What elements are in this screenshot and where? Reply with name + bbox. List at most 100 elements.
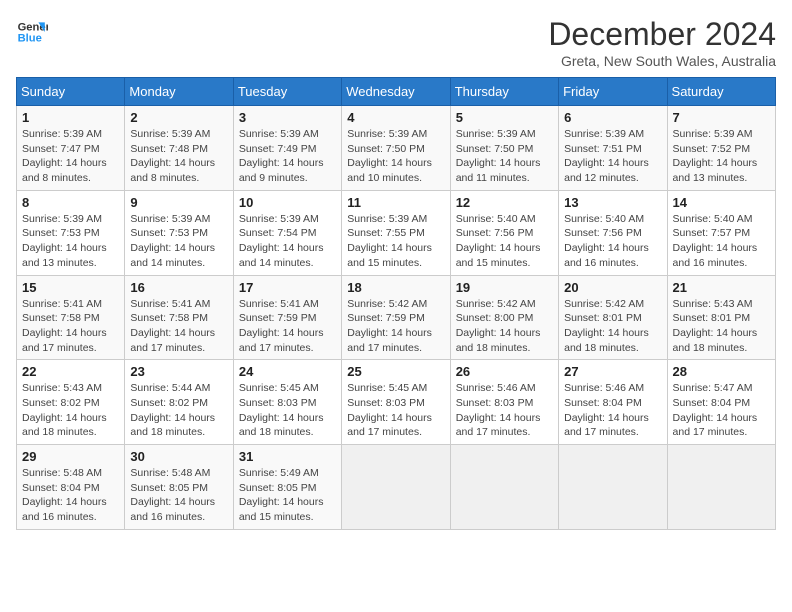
day-number: 22 (22, 364, 119, 379)
day-number: 7 (673, 110, 770, 125)
daylight-label: Daylight: 14 hours and 18 minutes. (564, 327, 649, 354)
day-number: 3 (239, 110, 336, 125)
day-number: 26 (456, 364, 553, 379)
daylight-label: Daylight: 14 hours and 13 minutes. (22, 242, 107, 269)
calendar-week-row: 22 Sunrise: 5:43 AM Sunset: 8:02 PM Dayl… (17, 360, 776, 445)
calendar-day-cell: 11 Sunrise: 5:39 AM Sunset: 7:55 PM Dayl… (342, 190, 450, 275)
sunrise-label: Sunrise: 5:46 AM (456, 382, 536, 394)
calendar-day-cell: 27 Sunrise: 5:46 AM Sunset: 8:04 PM Dayl… (559, 360, 667, 445)
sunset-label: Sunset: 8:02 PM (22, 397, 100, 409)
svg-text:Blue: Blue (18, 33, 42, 45)
day-info: Sunrise: 5:43 AM Sunset: 8:02 PM Dayligh… (22, 381, 119, 440)
calendar-day-cell: 14 Sunrise: 5:40 AM Sunset: 7:57 PM Dayl… (667, 190, 775, 275)
sunrise-label: Sunrise: 5:39 AM (456, 128, 536, 140)
daylight-label: Daylight: 14 hours and 17 minutes. (347, 412, 432, 439)
calendar-day-cell: 17 Sunrise: 5:41 AM Sunset: 7:59 PM Dayl… (233, 275, 341, 360)
day-info: Sunrise: 5:40 AM Sunset: 7:56 PM Dayligh… (456, 212, 553, 271)
calendar-day-cell (559, 445, 667, 530)
sunset-label: Sunset: 8:03 PM (456, 397, 534, 409)
daylight-label: Daylight: 14 hours and 8 minutes. (22, 157, 107, 184)
calendar-day-cell: 4 Sunrise: 5:39 AM Sunset: 7:50 PM Dayli… (342, 106, 450, 191)
day-number: 12 (456, 195, 553, 210)
calendar-day-cell: 30 Sunrise: 5:48 AM Sunset: 8:05 PM Dayl… (125, 445, 233, 530)
sunset-label: Sunset: 7:58 PM (130, 312, 208, 324)
daylight-label: Daylight: 14 hours and 11 minutes. (456, 157, 541, 184)
month-title: December 2024 (548, 16, 776, 53)
daylight-label: Daylight: 14 hours and 16 minutes. (130, 496, 215, 523)
calendar-day-cell: 23 Sunrise: 5:44 AM Sunset: 8:02 PM Dayl… (125, 360, 233, 445)
daylight-label: Daylight: 14 hours and 18 minutes. (456, 327, 541, 354)
logo: General Blue (16, 16, 52, 48)
calendar-day-cell: 2 Sunrise: 5:39 AM Sunset: 7:48 PM Dayli… (125, 106, 233, 191)
day-number: 5 (456, 110, 553, 125)
sunrise-label: Sunrise: 5:43 AM (22, 382, 102, 394)
calendar-header-row: SundayMondayTuesdayWednesdayThursdayFrid… (17, 78, 776, 106)
calendar-day-cell: 18 Sunrise: 5:42 AM Sunset: 7:59 PM Dayl… (342, 275, 450, 360)
day-info: Sunrise: 5:41 AM Sunset: 7:58 PM Dayligh… (130, 297, 227, 356)
calendar-day-cell: 25 Sunrise: 5:45 AM Sunset: 8:03 PM Dayl… (342, 360, 450, 445)
day-info: Sunrise: 5:39 AM Sunset: 7:47 PM Dayligh… (22, 127, 119, 186)
sunset-label: Sunset: 7:50 PM (456, 143, 534, 155)
calendar-day-cell: 22 Sunrise: 5:43 AM Sunset: 8:02 PM Dayl… (17, 360, 125, 445)
daylight-label: Daylight: 14 hours and 16 minutes. (22, 496, 107, 523)
day-of-week-header: Friday (559, 78, 667, 106)
day-number: 8 (22, 195, 119, 210)
sunrise-label: Sunrise: 5:39 AM (130, 128, 210, 140)
sunset-label: Sunset: 8:00 PM (456, 312, 534, 324)
sunset-label: Sunset: 8:04 PM (22, 482, 100, 494)
sunrise-label: Sunrise: 5:43 AM (673, 298, 753, 310)
sunrise-label: Sunrise: 5:39 AM (22, 128, 102, 140)
daylight-label: Daylight: 14 hours and 17 minutes. (564, 412, 649, 439)
calendar-day-cell: 21 Sunrise: 5:43 AM Sunset: 8:01 PM Dayl… (667, 275, 775, 360)
day-info: Sunrise: 5:39 AM Sunset: 7:53 PM Dayligh… (22, 212, 119, 271)
daylight-label: Daylight: 14 hours and 15 minutes. (239, 496, 324, 523)
sunrise-label: Sunrise: 5:39 AM (239, 213, 319, 225)
calendar-day-cell: 20 Sunrise: 5:42 AM Sunset: 8:01 PM Dayl… (559, 275, 667, 360)
calendar-week-row: 8 Sunrise: 5:39 AM Sunset: 7:53 PM Dayli… (17, 190, 776, 275)
sunset-label: Sunset: 7:56 PM (564, 227, 642, 239)
day-number: 17 (239, 280, 336, 295)
calendar-day-cell: 10 Sunrise: 5:39 AM Sunset: 7:54 PM Dayl… (233, 190, 341, 275)
calendar-day-cell: 7 Sunrise: 5:39 AM Sunset: 7:52 PM Dayli… (667, 106, 775, 191)
day-number: 31 (239, 449, 336, 464)
logo-icon: General Blue (16, 16, 48, 48)
day-info: Sunrise: 5:39 AM Sunset: 7:50 PM Dayligh… (456, 127, 553, 186)
calendar-day-cell: 12 Sunrise: 5:40 AM Sunset: 7:56 PM Dayl… (450, 190, 558, 275)
day-number: 20 (564, 280, 661, 295)
sunset-label: Sunset: 7:55 PM (347, 227, 425, 239)
day-number: 18 (347, 280, 444, 295)
day-number: 24 (239, 364, 336, 379)
day-info: Sunrise: 5:43 AM Sunset: 8:01 PM Dayligh… (673, 297, 770, 356)
day-info: Sunrise: 5:39 AM Sunset: 7:52 PM Dayligh… (673, 127, 770, 186)
calendar-day-cell: 13 Sunrise: 5:40 AM Sunset: 7:56 PM Dayl… (559, 190, 667, 275)
day-info: Sunrise: 5:40 AM Sunset: 7:56 PM Dayligh… (564, 212, 661, 271)
daylight-label: Daylight: 14 hours and 18 minutes. (673, 327, 758, 354)
sunset-label: Sunset: 7:53 PM (130, 227, 208, 239)
sunrise-label: Sunrise: 5:40 AM (456, 213, 536, 225)
daylight-label: Daylight: 14 hours and 16 minutes. (564, 242, 649, 269)
sunrise-label: Sunrise: 5:39 AM (347, 128, 427, 140)
day-info: Sunrise: 5:39 AM Sunset: 7:48 PM Dayligh… (130, 127, 227, 186)
sunrise-label: Sunrise: 5:42 AM (347, 298, 427, 310)
sunset-label: Sunset: 7:48 PM (130, 143, 208, 155)
day-number: 13 (564, 195, 661, 210)
sunrise-label: Sunrise: 5:45 AM (239, 382, 319, 394)
daylight-label: Daylight: 14 hours and 16 minutes. (673, 242, 758, 269)
sunset-label: Sunset: 7:51 PM (564, 143, 642, 155)
sunset-label: Sunset: 7:49 PM (239, 143, 317, 155)
day-info: Sunrise: 5:42 AM Sunset: 7:59 PM Dayligh… (347, 297, 444, 356)
day-info: Sunrise: 5:48 AM Sunset: 8:04 PM Dayligh… (22, 466, 119, 525)
sunset-label: Sunset: 8:01 PM (673, 312, 751, 324)
calendar-day-cell: 26 Sunrise: 5:46 AM Sunset: 8:03 PM Dayl… (450, 360, 558, 445)
sunrise-label: Sunrise: 5:42 AM (564, 298, 644, 310)
day-number: 1 (22, 110, 119, 125)
day-info: Sunrise: 5:48 AM Sunset: 8:05 PM Dayligh… (130, 466, 227, 525)
day-number: 6 (564, 110, 661, 125)
sunset-label: Sunset: 7:56 PM (456, 227, 534, 239)
day-info: Sunrise: 5:42 AM Sunset: 8:01 PM Dayligh… (564, 297, 661, 356)
day-info: Sunrise: 5:40 AM Sunset: 7:57 PM Dayligh… (673, 212, 770, 271)
calendar-day-cell: 5 Sunrise: 5:39 AM Sunset: 7:50 PM Dayli… (450, 106, 558, 191)
daylight-label: Daylight: 14 hours and 18 minutes. (239, 412, 324, 439)
daylight-label: Daylight: 14 hours and 14 minutes. (239, 242, 324, 269)
day-of-week-header: Sunday (17, 78, 125, 106)
